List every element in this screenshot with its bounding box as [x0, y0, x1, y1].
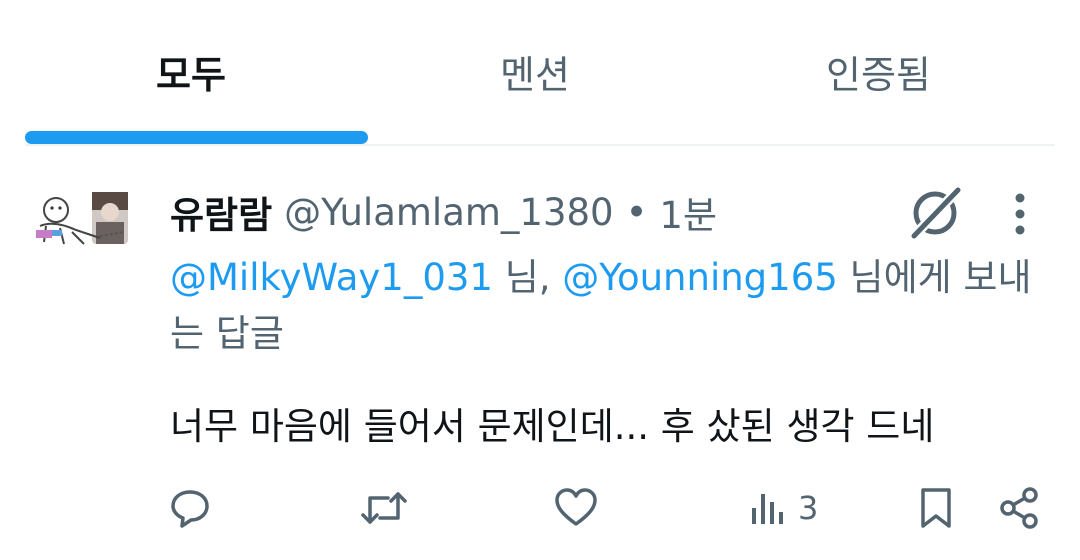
notification-tabs: 모두 멘션 인증됨	[0, 0, 1080, 146]
tab-all[interactable]: 모두	[156, 44, 226, 99]
grok-button[interactable]	[906, 184, 964, 242]
bookmark-button[interactable]	[916, 482, 956, 534]
post-time[interactable]: 1분	[659, 185, 717, 239]
share-icon	[996, 486, 1044, 530]
bookmark-icon	[916, 486, 956, 530]
grok-icon	[906, 184, 964, 242]
tabs-divider	[25, 144, 1055, 146]
reply-button[interactable]	[168, 482, 212, 534]
user-handle[interactable]: @Yulamlam_1380	[284, 191, 613, 234]
reply-icon	[168, 486, 212, 530]
post-text: 너무 마음에 들어서 문제인데... 후 샀된 생각 드네	[170, 405, 935, 448]
share-button[interactable]	[996, 482, 1044, 534]
active-tab-indicator	[25, 131, 368, 144]
tab-verified[interactable]: 인증됨	[826, 44, 931, 99]
reply-context: @MilkyWay1_031 님, @Younning165 님에게 보내는 답…	[170, 250, 1050, 362]
mention-link[interactable]: @MilkyWay1_031	[170, 256, 493, 299]
display-name[interactable]: 유람람	[170, 185, 272, 239]
like-button[interactable]	[552, 482, 600, 534]
mention-link[interactable]: @Younning165	[562, 256, 838, 299]
repost-button[interactable]	[358, 482, 410, 534]
repost-icon	[358, 486, 410, 530]
views-icon	[748, 486, 788, 530]
reply-separator: 님,	[492, 256, 563, 299]
avatar[interactable]	[24, 186, 136, 272]
views-count: 3	[798, 489, 819, 527]
views-button[interactable]: 3	[748, 482, 818, 534]
tab-mentions[interactable]: 멘션	[500, 44, 570, 99]
more-vertical-icon	[1000, 186, 1040, 242]
more-options-button[interactable]	[1000, 186, 1040, 242]
separator-dot: •	[625, 190, 648, 234]
heart-icon	[552, 486, 600, 530]
post-header: 유람람 @Yulamlam_1380 • 1분	[170, 186, 717, 238]
